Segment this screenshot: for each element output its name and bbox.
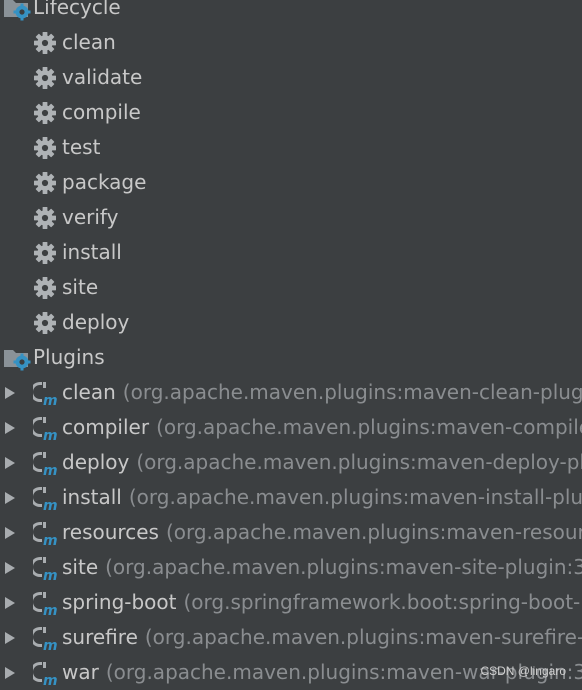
- maven-plugin-icon: m: [33, 484, 59, 512]
- lifecycle-phase-validate[interactable]: validate: [0, 60, 582, 95]
- plugin-label: site: [62, 550, 98, 585]
- plugin-coordinates: (org.apache.maven.plugins:maven-site-plu…: [105, 550, 582, 585]
- plugin-label: surefire: [62, 620, 138, 655]
- lifecycle-label: Lifecycle: [33, 0, 121, 25]
- lifecycle-phase-verify[interactable]: verify: [0, 200, 582, 235]
- plugin-coordinates: (org.apache.maven.plugins:maven-deploy-p…: [136, 445, 582, 480]
- phase-label: verify: [62, 200, 118, 235]
- plugin-coordinates: (org.apache.maven.plugins:maven-surefire…: [145, 620, 582, 655]
- plugin-item-clean[interactable]: mclean(org.apache.maven.plugins:maven-cl…: [0, 375, 582, 410]
- expand-arrow-icon[interactable]: [3, 596, 17, 610]
- maven-plugin-icon: m: [33, 554, 59, 582]
- expand-arrow-icon[interactable]: [3, 386, 17, 400]
- expand-arrow-icon[interactable]: [3, 421, 17, 435]
- lifecycle-phase-compile[interactable]: compile: [0, 95, 582, 130]
- phase-label: compile: [62, 95, 141, 130]
- svg-text:m: m: [43, 673, 58, 687]
- maven-plugin-icon: m: [33, 414, 59, 442]
- folder-gear-icon: [2, 345, 32, 371]
- plugin-item-resources[interactable]: m resources(org.apache.maven.plugins:mave…: [0, 515, 582, 550]
- svg-text:m: m: [43, 533, 58, 547]
- svg-text:m: m: [43, 603, 58, 617]
- gear-icon: [33, 66, 57, 90]
- plugin-list: mclean(org.apache.maven.plugins:maven-cl…: [0, 375, 582, 690]
- plugin-label: war: [62, 655, 99, 690]
- plugin-label: clean: [62, 375, 116, 410]
- phase-label: validate: [62, 60, 142, 95]
- expand-arrow-icon[interactable]: [3, 666, 17, 680]
- maven-plugin-icon: m: [33, 449, 59, 477]
- lifecycle-phase-package[interactable]: package: [0, 165, 582, 200]
- plugin-coordinates: (org.apache.maven.plugins:maven-clean-pl…: [123, 375, 582, 410]
- gear-icon: [33, 241, 57, 265]
- phase-label: site: [62, 270, 98, 305]
- maven-plugin-icon: m: [33, 659, 59, 687]
- gear-icon: [33, 206, 57, 230]
- maven-plugin-icon: m: [33, 519, 59, 547]
- expand-arrow-icon[interactable]: [3, 631, 17, 645]
- svg-text:m: m: [43, 463, 58, 477]
- maven-plugin-icon: m: [33, 589, 59, 617]
- lifecycle-node[interactable]: Lifecycle: [0, 0, 582, 25]
- plugin-coordinates: (org.apache.maven.plugins:maven-install-…: [129, 480, 582, 515]
- maven-plugin-icon: m: [33, 379, 59, 407]
- expand-arrow-icon[interactable]: [3, 561, 17, 575]
- lifecycle-phase-test[interactable]: test: [0, 130, 582, 165]
- phase-label: deploy: [62, 305, 129, 340]
- plugin-item-deploy[interactable]: mdeploy(org.apache.maven.plugins:maven-d…: [0, 445, 582, 480]
- plugin-item-compiler[interactable]: m compiler(org.apache.maven.plugins:maven…: [0, 410, 582, 445]
- phase-label: test: [62, 130, 100, 165]
- lifecycle-phase-site[interactable]: site: [0, 270, 582, 305]
- phase-label: install: [62, 235, 122, 270]
- plugin-item-spring-boot[interactable]: m spring-boot(org.springframework.boot:sp…: [0, 585, 582, 620]
- gear-icon: [33, 101, 57, 125]
- plugin-label: deploy: [62, 445, 129, 480]
- plugins-node[interactable]: Plugins: [0, 340, 582, 375]
- maven-tree: Lifecycle cleanvalidatecompiletestpackag…: [0, 0, 582, 690]
- plugins-label: Plugins: [33, 340, 105, 375]
- gear-icon: [33, 171, 57, 195]
- plugin-item-site[interactable]: msite(org.apache.maven.plugins:maven-sit…: [0, 550, 582, 585]
- svg-text:m: m: [43, 638, 58, 652]
- plugin-item-install[interactable]: m install(org.apache.maven.plugins:maven-…: [0, 480, 582, 515]
- svg-text:m: m: [43, 498, 58, 512]
- folder-gear-icon: [2, 0, 32, 21]
- plugin-label: install: [62, 480, 122, 515]
- svg-text:m: m: [43, 428, 58, 442]
- lifecycle-phase-install[interactable]: install: [0, 235, 582, 270]
- plugin-coordinates: (org.apache.maven.plugins:maven-compiler…: [156, 410, 582, 445]
- maven-plugin-icon: m: [33, 624, 59, 652]
- expand-arrow-icon[interactable]: [3, 456, 17, 470]
- lifecycle-phase-clean[interactable]: clean: [0, 25, 582, 60]
- phase-label: clean: [62, 25, 116, 60]
- plugin-label: compiler: [62, 410, 149, 445]
- lifecycle-phase-list: cleanvalidatecompiletestpackageverifyins…: [0, 25, 582, 340]
- watermark: CSDN @lingaro: [480, 664, 566, 678]
- phase-label: package: [62, 165, 146, 200]
- gear-icon: [33, 276, 57, 300]
- svg-text:m: m: [43, 568, 58, 582]
- gear-icon: [33, 311, 57, 335]
- plugin-coordinates: (org.apache.maven.plugins:maven-resource…: [166, 515, 582, 550]
- plugin-coordinates: (org.springframework.boot:spring-boot-m: [184, 585, 582, 620]
- plugin-label: spring-boot: [62, 585, 177, 620]
- lifecycle-phase-deploy[interactable]: deploy: [0, 305, 582, 340]
- expand-arrow-icon[interactable]: [3, 526, 17, 540]
- expand-arrow-icon[interactable]: [3, 491, 17, 505]
- plugin-item-surefire[interactable]: m surefire(org.apache.maven.plugins:maven…: [0, 620, 582, 655]
- gear-icon: [33, 136, 57, 160]
- gear-icon: [33, 31, 57, 55]
- svg-text:m: m: [43, 393, 58, 407]
- plugin-label: resources: [62, 515, 159, 550]
